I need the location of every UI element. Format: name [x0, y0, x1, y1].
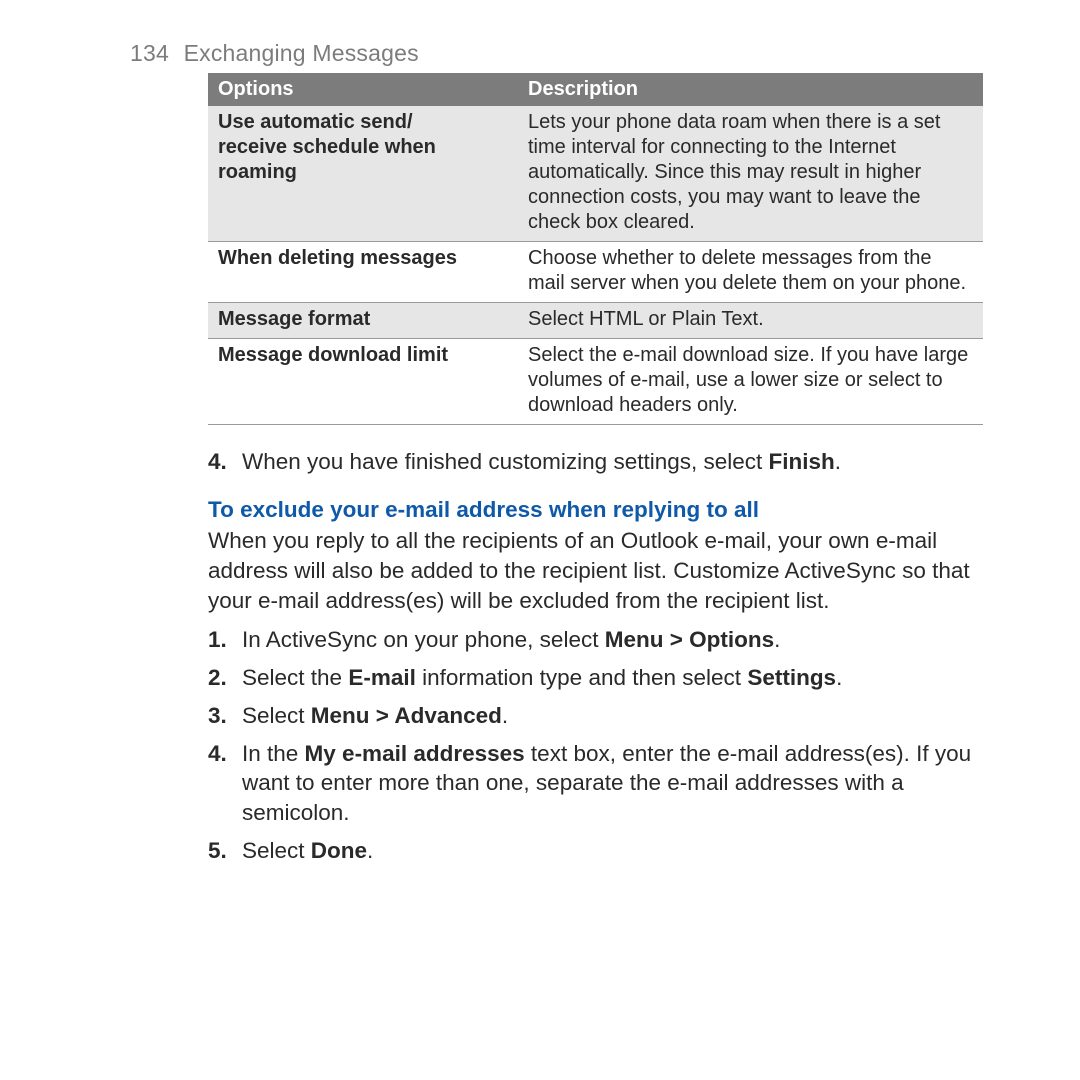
options-table: Options Description Use automatic send/r… — [208, 73, 983, 425]
step-number: 1. — [208, 625, 227, 655]
table-row: Message download limitSelect the e-mail … — [208, 339, 983, 425]
col-header-options: Options — [208, 73, 518, 106]
step-number: 3. — [208, 701, 227, 731]
col-header-description: Description — [518, 73, 983, 106]
step-text: In ActiveSync on your phone, select Menu… — [242, 627, 780, 652]
step-number: 4. — [208, 739, 227, 769]
step-number: 4. — [208, 447, 227, 477]
description-cell: Select the e-mail download size. If you … — [518, 339, 983, 425]
page-header: 134 Exchanging Messages — [130, 40, 985, 67]
section-heading: To exclude your e-mail address when repl… — [208, 495, 983, 525]
step-text: Select Menu > Advanced. — [242, 703, 508, 728]
list-item: 4. In the My e-mail addresses text box, e… — [208, 739, 983, 828]
step-text: When you have finished customizing setti… — [242, 449, 841, 474]
page-title: Exchanging Messages — [184, 40, 419, 66]
body-content: 4. When you have finished customizing se… — [208, 447, 983, 865]
list-item: 4. When you have finished customizing se… — [208, 447, 983, 477]
page: 134 Exchanging Messages Options Descript… — [0, 0, 1080, 1080]
option-cell: When deleting messages — [208, 242, 518, 303]
step-text: Select the E-mail information type and t… — [242, 665, 842, 690]
step-text: In the My e-mail addresses text box, ent… — [242, 741, 971, 825]
list-item: 1. In ActiveSync on your phone, select Me… — [208, 625, 983, 655]
description-cell: Lets your phone data roam when there is … — [518, 106, 983, 242]
table-row: When deleting messagesChoose whether to … — [208, 242, 983, 303]
option-cell: Message download limit — [208, 339, 518, 425]
table-body: Use automatic send/receive schedule when… — [208, 106, 983, 425]
finish-step-list: 4. When you have finished customizing se… — [208, 447, 983, 477]
step-text: Select Done. — [242, 838, 373, 863]
table-header-row: Options Description — [208, 73, 983, 106]
description-cell: Select HTML or Plain Text. — [518, 303, 983, 339]
step-number: 2. — [208, 663, 227, 693]
list-item: 2. Select the E-mail information type and… — [208, 663, 983, 693]
table-row: Message formatSelect HTML or Plain Text. — [208, 303, 983, 339]
page-number: 134 — [130, 40, 169, 66]
table-row: Use automatic send/receive schedule when… — [208, 106, 983, 242]
list-item: 5. Select Done. — [208, 836, 983, 866]
option-cell: Use automatic send/receive schedule when… — [208, 106, 518, 242]
option-cell: Message format — [208, 303, 518, 339]
section-intro: When you reply to all the recipients of … — [208, 526, 983, 615]
list-item: 3. Select Menu > Advanced. — [208, 701, 983, 731]
step-number: 5. — [208, 836, 227, 866]
description-cell: Choose whether to delete messages from t… — [518, 242, 983, 303]
exclude-steps-list: 1. In ActiveSync on your phone, select Me… — [208, 625, 983, 865]
